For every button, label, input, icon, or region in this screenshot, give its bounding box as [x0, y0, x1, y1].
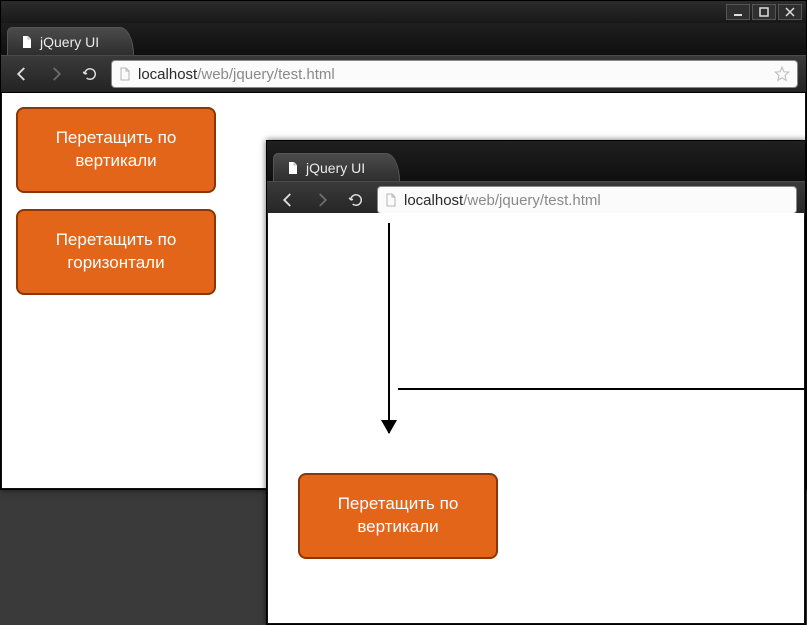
arrow-left-icon	[13, 65, 31, 83]
reload-button[interactable]	[77, 61, 103, 87]
close-icon	[785, 7, 795, 17]
reload-button[interactable]	[343, 187, 369, 213]
tab-strip: jQuery UI	[267, 141, 805, 181]
maximize-button[interactable]	[752, 4, 776, 20]
minimize-button[interactable]	[726, 4, 750, 20]
draggable-vertical-box[interactable]: Перетащить по вертикали	[16, 107, 216, 193]
window-titlebar[interactable]	[1, 1, 806, 23]
close-button[interactable]	[778, 4, 802, 20]
url-host: localhost	[404, 192, 463, 209]
bookmark-star-icon[interactable]	[773, 65, 791, 83]
tab-title: jQuery UI	[40, 34, 99, 50]
address-bar[interactable]: localhost/web/jquery/test.html	[377, 186, 797, 214]
draggable-label: Перетащить по вертикали	[24, 127, 208, 173]
vertical-arrow-icon	[388, 223, 390, 433]
forward-button[interactable]	[43, 61, 69, 87]
arrow-right-icon	[47, 65, 65, 83]
tab-title: jQuery UI	[306, 160, 365, 176]
reload-icon	[81, 65, 99, 83]
url-path: /web/jquery/test.html	[197, 66, 335, 83]
browser-window-front: jQuery UI localhost/web/jquery/test.html…	[266, 140, 806, 625]
page-icon	[384, 193, 398, 207]
nav-toolbar: localhost/web/jquery/test.html	[1, 55, 806, 93]
page-viewport-front: Перетащить по вертикали	[268, 213, 804, 623]
minimize-icon	[733, 7, 743, 17]
reload-icon	[347, 191, 365, 209]
draggable-label: Перетащить по горизонтали	[24, 229, 208, 275]
arrow-right-icon	[313, 191, 331, 209]
draggable-label: Перетащить по вертикали	[306, 493, 490, 539]
arrow-left-icon	[279, 191, 297, 209]
maximize-icon	[759, 7, 769, 17]
back-button[interactable]	[9, 61, 35, 87]
page-icon	[286, 161, 300, 175]
tab-strip: jQuery UI	[1, 23, 806, 55]
browser-tab[interactable]: jQuery UI	[7, 27, 134, 55]
page-icon	[118, 67, 132, 81]
forward-button[interactable]	[309, 187, 335, 213]
draggable-horizontal-box[interactable]: Перетащить по горизонтали	[16, 209, 216, 295]
url-path: /web/jquery/test.html	[463, 192, 601, 209]
page-icon	[20, 35, 34, 49]
draggable-vertical-box[interactable]: Перетащить по вертикали	[298, 473, 498, 559]
address-bar[interactable]: localhost/web/jquery/test.html	[111, 60, 798, 88]
back-button[interactable]	[275, 187, 301, 213]
url-text[interactable]: localhost/web/jquery/test.html	[404, 192, 790, 209]
horizontal-line-icon	[398, 388, 804, 390]
url-text[interactable]: localhost/web/jquery/test.html	[138, 66, 767, 83]
browser-tab[interactable]: jQuery UI	[273, 153, 400, 181]
url-host: localhost	[138, 66, 197, 83]
